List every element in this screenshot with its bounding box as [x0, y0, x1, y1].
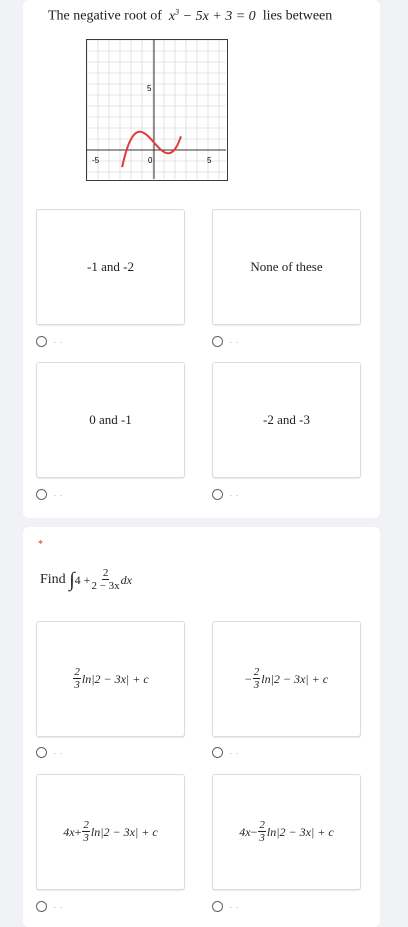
x-label-neg5: -5	[92, 156, 100, 165]
q2-option-3-expr: 4x + 23 ln|2 − 3x| + c	[63, 820, 158, 845]
q2-opt3-frac: 23	[82, 820, 90, 844]
q2-option-2-dots: . .	[230, 747, 239, 756]
q2-option-4-expr: 4x − 23 ln|2 − 3x| + c	[239, 820, 334, 845]
q2-opt4-lead: 4x	[239, 824, 251, 839]
q2-opt2-tail: ln|2 − 3x| + c	[261, 671, 329, 686]
option-4-radio[interactable]	[212, 489, 223, 500]
question-1-equation: x3 − 5x + 3 = 0	[165, 7, 259, 24]
x-label-5: 5	[207, 156, 212, 165]
q2-opt4-den: 3	[259, 832, 265, 844]
q2-opt3-den: 3	[83, 832, 89, 844]
option-box-4[interactable]: -2 and -3	[212, 362, 361, 478]
question-1-prefix: The negative root of	[48, 8, 162, 24]
option-4-dots: . .	[230, 489, 239, 498]
option-2-radio[interactable]	[212, 336, 223, 347]
q2-opt2-num: 2	[252, 666, 261, 679]
option-3-label: 0 and -1	[89, 412, 132, 427]
required-asterisk: *	[38, 539, 43, 550]
q2-option-4-dots: . .	[230, 901, 239, 910]
q2-opt3-lead: 4x	[63, 824, 75, 839]
option-1-label: -1 and -2	[87, 259, 134, 274]
question-1-suffix: lies between	[262, 8, 333, 24]
q2-option-box-2[interactable]: − 23 ln|2 − 3x| + c	[212, 621, 361, 737]
integrand-term: 4 +	[74, 572, 91, 587]
q2-option-1-expr: 23 ln|2 − 3x| + c	[72, 667, 149, 691]
integrand-fraction: 2 2 − 3x	[91, 567, 120, 593]
option-box-3[interactable]: 0 and -1	[36, 362, 185, 478]
question-card-2: * Find ∫ 4 + 2 2 − 3x dx 23 ln|2 − 3x| +…	[23, 527, 380, 927]
q2-opt2-den: 3	[253, 679, 260, 691]
q2-opt3-sign: +	[74, 824, 82, 839]
q2-option-box-3[interactable]: 4x + 23 ln|2 − 3x| + c	[36, 774, 185, 890]
question-2-title: Find ∫ 4 + 2 2 − 3x dx	[40, 567, 132, 593]
question-1-title: The negative root of x3 − 5x + 3 = 0 lie…	[48, 7, 332, 25]
x-label-0: 0	[148, 156, 153, 165]
q2-opt2-sign: −	[244, 671, 252, 686]
q2-option-1-dots: . .	[54, 747, 63, 756]
q2-option-box-1[interactable]: 23 ln|2 − 3x| + c	[36, 621, 185, 737]
eq-rest: − 5x + 3 = 0	[179, 8, 256, 24]
fraction-denominator: 2 − 3x	[91, 580, 120, 592]
q2-option-3-dots: . .	[54, 901, 63, 910]
y-label-5: 5	[147, 84, 152, 93]
q2-opt4-tail: ln|2 − 3x| + c	[266, 824, 334, 839]
q2-opt4-num: 2	[258, 819, 266, 832]
q2-option-4-radio[interactable]	[212, 901, 223, 912]
option-3-dots: . .	[54, 489, 63, 498]
q2-opt3-num: 2	[82, 819, 90, 832]
q2-opt2-frac: 23	[252, 666, 261, 691]
option-4-label: -2 and -3	[263, 412, 310, 427]
q2-opt1-num: 2	[73, 666, 81, 679]
q2-opt3-tail: ln|2 − 3x| + c	[90, 824, 158, 839]
q2-option-3-radio[interactable]	[36, 901, 47, 912]
option-1-radio[interactable]	[36, 336, 47, 347]
option-1-dots: . .	[54, 336, 63, 345]
option-2-label: None of these	[250, 259, 323, 274]
q2-option-1-radio[interactable]	[36, 747, 47, 758]
q2-opt1-tail: ln|2 − 3x| + c	[81, 671, 149, 686]
q2-option-box-4[interactable]: 4x − 23 ln|2 − 3x| + c	[212, 774, 361, 890]
q2-option-2-expr: − 23 ln|2 − 3x| + c	[244, 666, 329, 692]
cubic-graph: -5 0 5 5	[86, 39, 228, 181]
question-2-prefix: Find	[40, 572, 66, 587]
graph-svg: -5 0 5 5	[87, 40, 226, 179]
q2-opt4-frac: 23	[258, 820, 266, 844]
q2-opt1-den: 3	[74, 679, 80, 691]
dx-label: dx	[120, 572, 132, 587]
option-box-2[interactable]: None of these	[212, 209, 361, 325]
q2-opt1-frac: 23	[73, 667, 81, 691]
q2-option-2-radio[interactable]	[212, 747, 223, 758]
fraction-numerator: 2	[101, 567, 110, 580]
option-3-radio[interactable]	[36, 489, 47, 500]
option-2-dots: . .	[230, 336, 239, 345]
graph-grid	[87, 40, 226, 179]
option-box-1[interactable]: -1 and -2	[36, 209, 185, 325]
q2-opt4-sign: −	[250, 824, 258, 839]
question-card-1: The negative root of x3 − 5x + 3 = 0 lie…	[23, 0, 380, 518]
